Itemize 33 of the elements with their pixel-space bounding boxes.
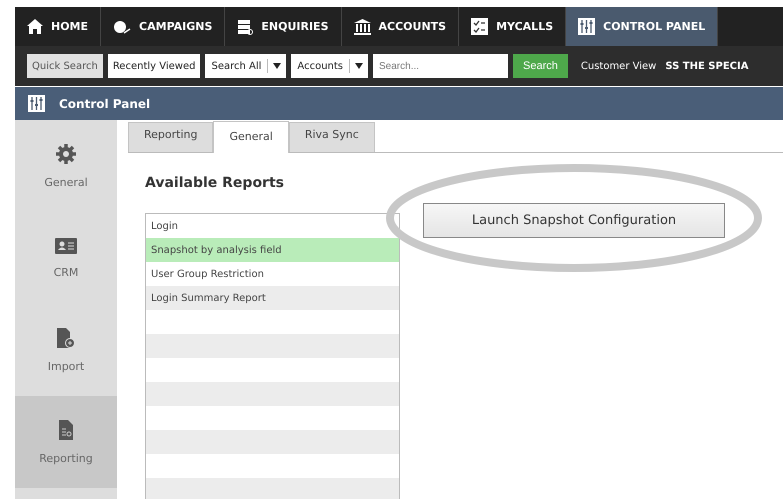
tab[interactable]: Riva Sync xyxy=(288,122,375,152)
sidebar-item[interactable]: CRM xyxy=(15,212,117,304)
search-field[interactable]: Search... xyxy=(373,54,508,78)
bank-icon xyxy=(354,18,370,34)
module-dropdown[interactable]: Accounts xyxy=(291,54,368,78)
report-item[interactable]: Login xyxy=(146,214,399,238)
page-title: Control Panel xyxy=(59,96,150,110)
report-document-icon xyxy=(59,420,73,440)
house-icon xyxy=(27,19,43,34)
scope-dropdown[interactable]: Search All xyxy=(205,54,286,78)
sidebar-item[interactable]: Import xyxy=(15,304,117,396)
launch-button[interactable]: Launch Snapshot Configuration xyxy=(423,203,725,238)
report-item[interactable]: Login Summary Report xyxy=(146,286,399,310)
checklist-icon xyxy=(471,18,488,35)
sliders-icon xyxy=(28,95,45,112)
report-item[interactable]: Snapshot by analysis field xyxy=(146,238,399,262)
sidebar-item[interactable]: General xyxy=(15,120,117,212)
customer-view-link[interactable]: Customer View xyxy=(580,60,656,72)
tab[interactable]: General xyxy=(213,121,289,153)
tab[interactable]: Reporting xyxy=(128,122,214,152)
contact-card-icon xyxy=(55,238,77,254)
sliders-icon xyxy=(578,18,596,35)
section-title: Available Reports xyxy=(145,175,285,191)
recently-viewed-button[interactable]: Recently Viewed xyxy=(108,54,200,78)
gear-icon xyxy=(56,144,76,164)
marquee-text: SS THE SPECIA xyxy=(665,60,748,72)
server-icon xyxy=(237,18,254,34)
document-icon xyxy=(57,328,75,348)
quick-search-button[interactable]: Quick Search xyxy=(27,54,103,78)
caret-icon xyxy=(355,63,364,69)
caret-icon xyxy=(273,63,282,69)
report-item[interactable]: User Group Restriction xyxy=(146,262,399,286)
nav-tab[interactable]: CONTROL PANEL xyxy=(566,7,718,46)
